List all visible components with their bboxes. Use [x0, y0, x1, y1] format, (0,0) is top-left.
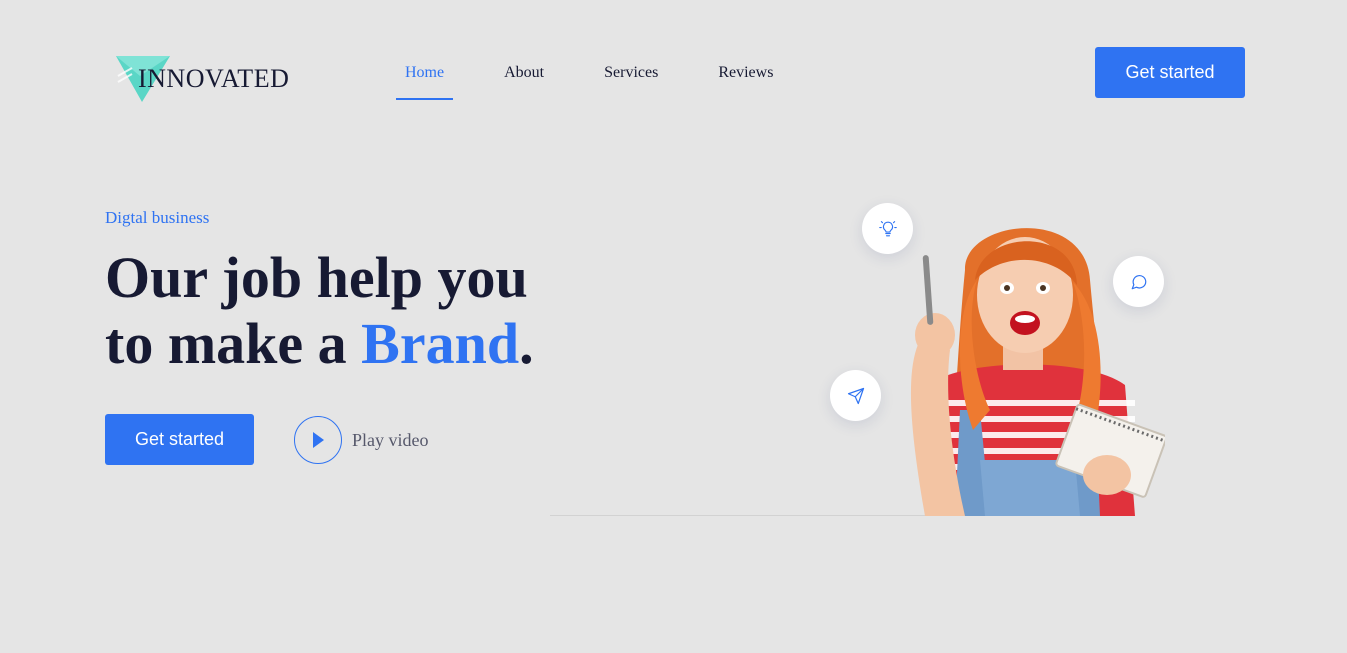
headline-line-2-prefix: to make a: [105, 311, 362, 376]
hero-headline: Our job help you to make a Brand.: [105, 245, 534, 377]
nav-item-services[interactable]: Services: [595, 58, 667, 100]
hero-eyebrow: Digtal business: [105, 208, 210, 227]
play-button-circle[interactable]: [294, 416, 342, 464]
brand-logo-link[interactable]: INNOVATED: [114, 54, 304, 104]
headline-line-1: Our job help you: [105, 245, 528, 310]
hero-get-started-button[interactable]: Get started: [105, 414, 254, 465]
landing-page: INNOVATED Home About Services Reviews Ge…: [0, 0, 1347, 653]
bubble-chat: [1113, 256, 1164, 307]
bubble-send: [830, 370, 881, 421]
main-nav: Home About Services Reviews: [396, 58, 782, 102]
headline-accent-brand: Brand: [361, 311, 520, 376]
chat-bubble-icon: [1131, 274, 1146, 289]
play-video-label: Play video: [352, 429, 429, 450]
header-get-started-button[interactable]: Get started: [1095, 47, 1245, 98]
hero-illustration: [550, 195, 1250, 520]
lightbulb-icon: [878, 220, 897, 236]
nav-item-about[interactable]: About: [495, 58, 553, 100]
send-icon: [847, 387, 864, 404]
nav-item-reviews[interactable]: Reviews: [709, 58, 782, 100]
brand-name: INNOVATED: [138, 64, 290, 93]
play-video-button[interactable]: Play video: [294, 415, 429, 465]
nav-item-home[interactable]: Home: [396, 58, 454, 100]
hero-person-image: [910, 228, 1165, 516]
play-icon: [313, 432, 324, 448]
headline-suffix: .: [519, 311, 534, 376]
site-header: INNOVATED Home About Services Reviews Ge…: [0, 0, 1347, 120]
bubble-lightbulb: [862, 203, 913, 254]
